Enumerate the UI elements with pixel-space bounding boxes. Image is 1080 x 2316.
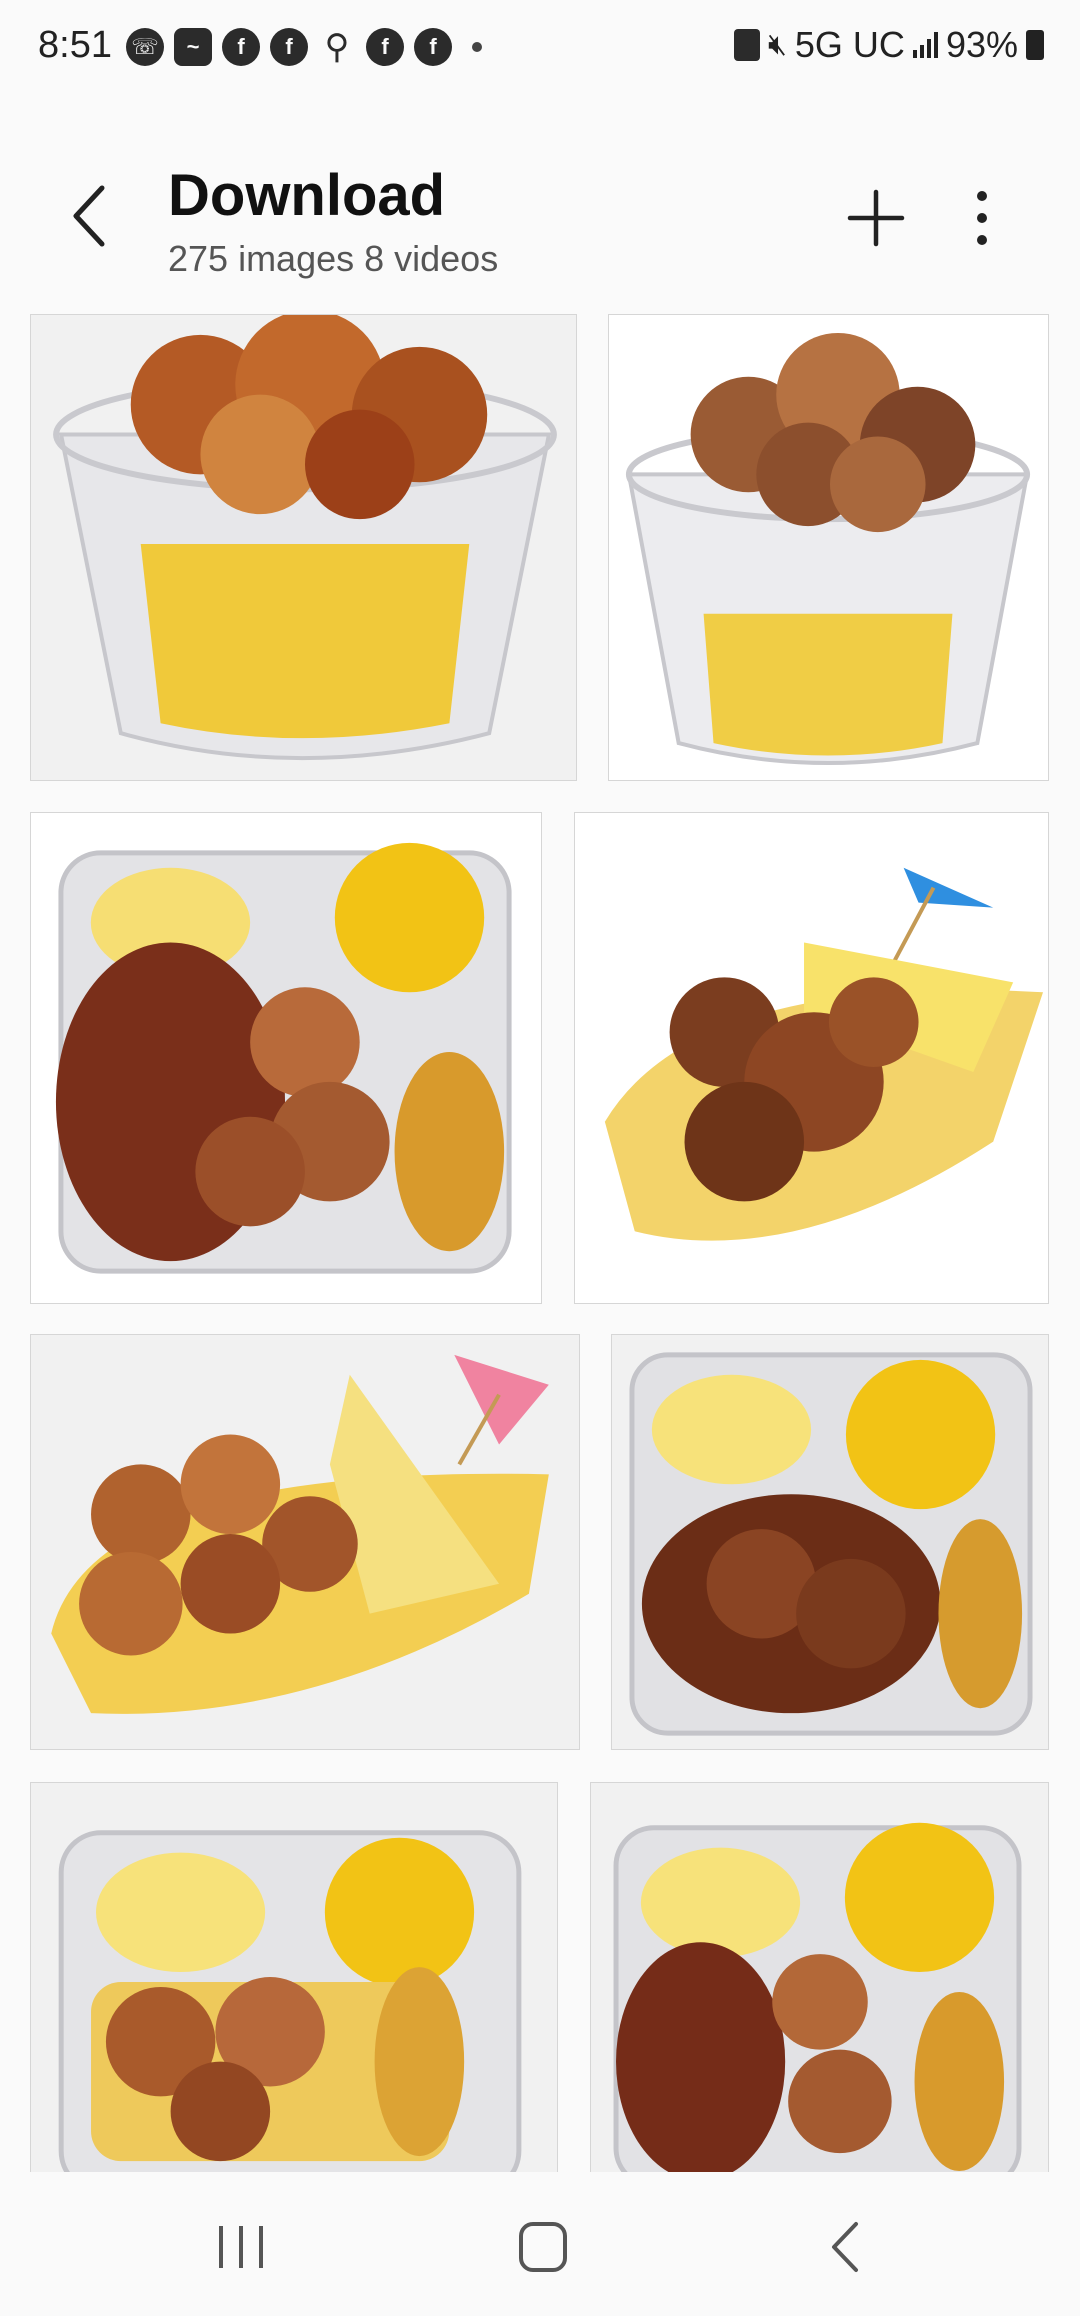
chevron-left-icon [73, 185, 105, 247]
recent-apps-button[interactable] [201, 2212, 281, 2282]
system-navigation-bar [0, 2172, 1080, 2316]
photo-thumbnail[interactable] [30, 314, 577, 781]
photo-thumbnail[interactable] [611, 1334, 1049, 1750]
facebook-icon: f [414, 28, 452, 66]
whatsapp-icon: ☏ [126, 28, 164, 66]
signal-icon [912, 32, 938, 58]
back-button[interactable] [60, 176, 120, 256]
photo-thumbnail[interactable] [608, 314, 1049, 781]
photo-thumbnail[interactable] [30, 1334, 580, 1750]
recent-apps-icon [219, 2226, 263, 2268]
battery-percent: 93% [945, 24, 1018, 65]
photo-thumbnail[interactable] [574, 812, 1049, 1304]
more-options-button[interactable] [960, 188, 1004, 248]
chicken-shrimp-platter-image [55, 842, 512, 1274]
status-time: 8:51 [38, 24, 112, 66]
home-icon [519, 2222, 567, 2272]
page-title: Download [168, 163, 446, 228]
page-subtitle: 275 images 8 videos [168, 238, 499, 279]
photo-thumbnail[interactable] [590, 1782, 1049, 2172]
chicken-pineapple-boat-image [604, 867, 1044, 1241]
jerk-chicken-bowl-corn-rice-image [625, 332, 1031, 766]
add-button[interactable] [846, 188, 906, 248]
battery-icon [1026, 30, 1044, 60]
notification-icons: ☏ ~ f f ⚲ f f [126, 28, 482, 66]
status-right-group: 🔇︎ 5G UC 93% [734, 24, 1044, 66]
system-back-button[interactable] [806, 2212, 886, 2282]
shrimp-platter-pineapple-image [58, 1830, 522, 2172]
mute-icon: 🔇︎ [768, 28, 787, 61]
photo-grid [0, 314, 1080, 2172]
battery-saver-icon [734, 29, 760, 61]
chicken-platter-pineapple-image [629, 1352, 1033, 1736]
facebook-icon: f [222, 28, 260, 66]
more-notifications-dot-icon [472, 42, 482, 52]
facebook-icon: f [270, 28, 308, 66]
back-arrow-icon [832, 2222, 858, 2272]
plus-icon [847, 189, 905, 247]
app-icon: ~ [174, 28, 212, 66]
facebook-icon: f [366, 28, 404, 66]
shrimp-bowl-corn-rice-image [53, 315, 557, 761]
network-type: 5G UC [794, 24, 905, 65]
app-header: Download 275 images 8 videos [0, 96, 1080, 310]
contact-add-icon: ⚲ [324, 28, 350, 66]
status-bar: 8:51 ☏ ~ f f ⚲ f f 🔇︎ 5G UC 93% [0, 0, 1080, 96]
photo-thumbnail[interactable] [30, 1782, 558, 2172]
more-vertical-icon [977, 191, 987, 245]
chicken-shrimp-platter-plantain-image [613, 1822, 1022, 2172]
photo-thumbnail[interactable] [30, 812, 542, 1304]
home-button[interactable] [503, 2212, 583, 2282]
shrimp-pineapple-boat-image [51, 1354, 549, 1714]
